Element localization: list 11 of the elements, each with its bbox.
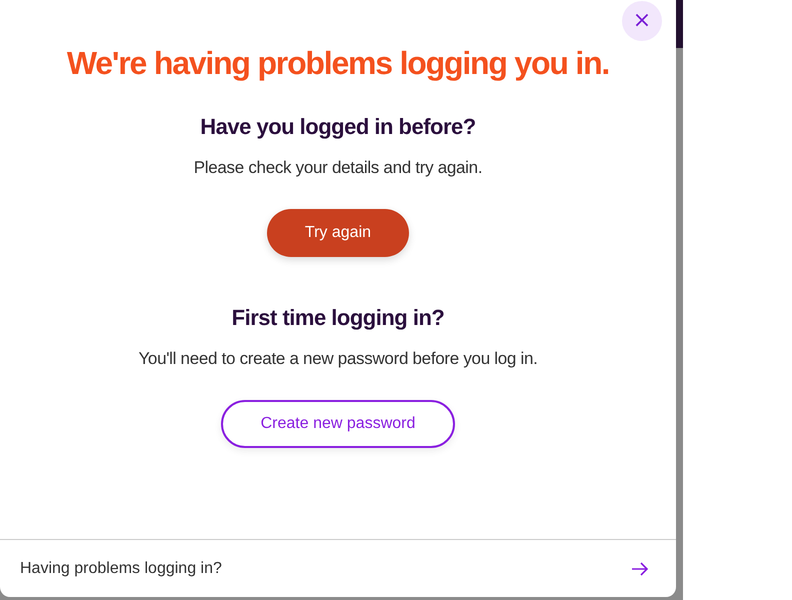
- close-button[interactable]: ×: [622, 1, 662, 41]
- help-link[interactable]: Having problems logging in?: [20, 560, 222, 578]
- section-text: You'll need to create a new password before you log in.: [138, 349, 538, 369]
- background-header-bar: [676, 0, 683, 48]
- dialog-title: We're having problems logging you in.: [66, 45, 610, 82]
- section-text: Please check your details and try again.: [194, 158, 482, 178]
- section-heading: First time logging in?: [232, 305, 444, 331]
- section-heading: Have you logged in before?: [200, 114, 476, 140]
- arrow-right-icon[interactable]: [631, 562, 649, 576]
- try-again-button[interactable]: Try again: [266, 209, 409, 257]
- create-password-button[interactable]: Create new password: [221, 400, 455, 448]
